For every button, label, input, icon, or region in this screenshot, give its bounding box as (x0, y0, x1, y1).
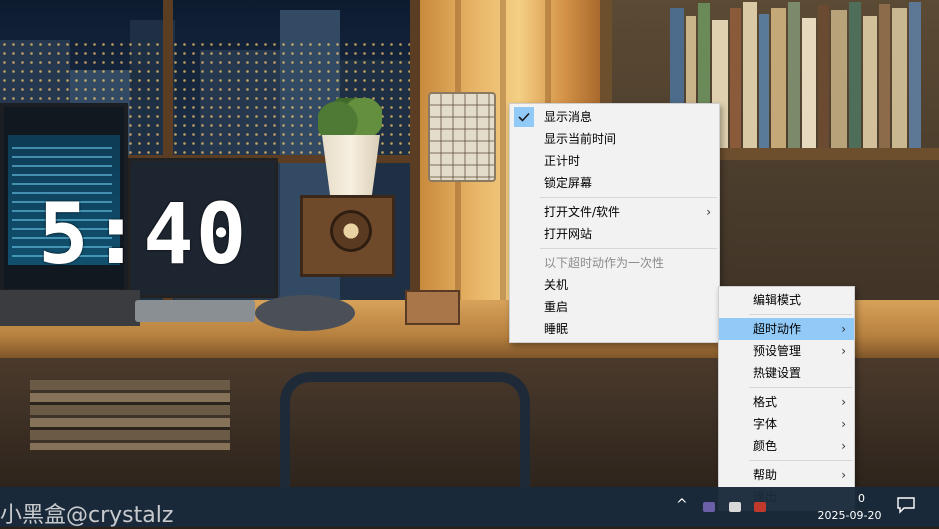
timer-context-menu: 显示消息 显示当前时间 正计时 锁定屏幕 打开文件/软件 › 打开网站 以下超时… (509, 103, 720, 343)
menu-item-font[interactable]: 字体 › (719, 413, 854, 435)
menu-item-label: 预设管理 (753, 344, 802, 358)
tray-network-icon[interactable] (729, 502, 741, 512)
menu-item-label: 显示消息 (544, 110, 593, 124)
menu-item-timeout-action[interactable]: 超时动作 › (719, 318, 854, 340)
menu-item-label: 正计时 (544, 154, 581, 168)
menu-separator (540, 248, 717, 249)
menu-item-label: 重启 (544, 300, 569, 314)
menu-item-format[interactable]: 格式 › (719, 391, 854, 413)
menu-item-sleep[interactable]: 睡眠 (510, 318, 719, 340)
watermark: 小黑盒@crystalz (0, 503, 174, 528)
menu-item-count-up[interactable]: 正计时 (510, 150, 719, 172)
submenu-arrow-icon: › (841, 468, 846, 482)
desktop-clock[interactable]: 5:40 (38, 188, 248, 280)
menu-item-label: 睡眠 (544, 322, 569, 336)
taskbar-clock[interactable]: 0 2025-09-20 (812, 490, 887, 524)
menu-item-label: 字体 (753, 417, 778, 431)
menu-item-label: 超时动作 (753, 322, 802, 336)
menu-item-open-website[interactable]: 打开网站 (510, 223, 719, 245)
tray-app-icon[interactable] (703, 502, 715, 512)
submenu-arrow-icon: › (841, 322, 846, 336)
menu-separator (749, 387, 852, 388)
menu-item-label: 格式 (753, 395, 778, 409)
menu-item-label: 打开文件/软件 (544, 205, 621, 219)
menu-item-color[interactable]: 颜色 › (719, 435, 854, 457)
menu-item-lock-screen[interactable]: 锁定屏幕 (510, 172, 719, 194)
menu-item-label: 颜色 (753, 439, 778, 453)
menu-separator (749, 314, 852, 315)
submenu-arrow-icon: › (841, 439, 846, 453)
checkmark-icon (514, 107, 534, 127)
menu-item-hotkey-settings[interactable]: 热键设置 (719, 362, 854, 384)
settings-context-menu: 编辑模式 超时动作 › 预设管理 › 热键设置 格式 › 字体 › 颜色 › 帮… (718, 286, 855, 511)
tray-overflow-chevron-icon[interactable]: ^ (676, 497, 688, 513)
menu-item-label: 热键设置 (753, 366, 802, 380)
submenu-arrow-icon: › (841, 344, 846, 358)
taskbar-date: 2025-09-20 (817, 509, 882, 522)
menu-item-label: 打开网站 (544, 227, 593, 241)
menu-item-label: 锁定屏幕 (544, 176, 593, 190)
menu-item-label: 以下超时动作为一次性 (544, 256, 665, 270)
menu-item-shutdown[interactable]: 关机 (510, 274, 719, 296)
submenu-arrow-icon: › (706, 205, 711, 219)
menu-item-show-message[interactable]: 显示消息 (510, 106, 719, 128)
submenu-arrow-icon: › (841, 395, 846, 409)
menu-item-one-time-header: 以下超时动作为一次性 (510, 252, 719, 274)
menu-item-help[interactable]: 帮助 › (719, 464, 854, 486)
menu-item-preset-manage[interactable]: 预设管理 › (719, 340, 854, 362)
menu-item-label: 帮助 (753, 468, 778, 482)
menu-item-open-file[interactable]: 打开文件/软件 › (510, 201, 719, 223)
taskbar-time: 0 (858, 492, 865, 505)
menu-item-edit-mode[interactable]: 编辑模式 (719, 289, 854, 311)
menu-item-label: 关机 (544, 278, 569, 292)
menu-item-label: 显示当前时间 (544, 132, 617, 146)
submenu-arrow-icon: › (841, 417, 846, 431)
menu-item-label: 编辑模式 (753, 293, 802, 307)
notification-center-icon[interactable] (896, 496, 916, 514)
menu-separator (540, 197, 717, 198)
menu-item-show-current-time[interactable]: 显示当前时间 (510, 128, 719, 150)
menu-separator (749, 460, 852, 461)
tray-volume-icon[interactable] (754, 502, 766, 512)
menu-item-restart[interactable]: 重启 (510, 296, 719, 318)
